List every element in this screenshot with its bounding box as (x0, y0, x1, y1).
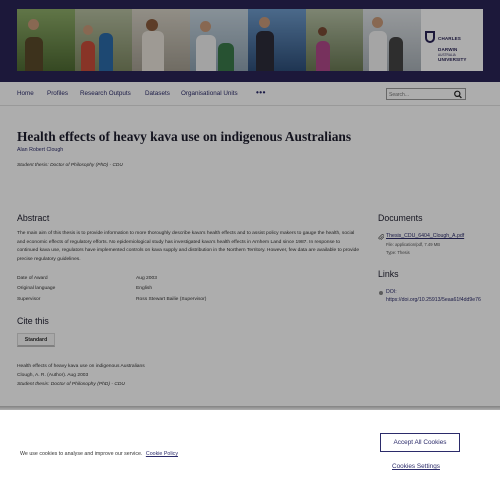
modal-overlay (0, 0, 500, 411)
cookie-message-text: We use cookies to analyse and improve ou… (20, 451, 143, 457)
cookie-message: We use cookies to analyse and improve ou… (20, 451, 178, 457)
cookie-policy-link[interactable]: Cookie Policy (146, 451, 178, 457)
cookies-settings-link[interactable]: Cookies Settings (392, 463, 440, 470)
accept-all-cookies-button[interactable]: Accept All Cookies (380, 433, 460, 452)
